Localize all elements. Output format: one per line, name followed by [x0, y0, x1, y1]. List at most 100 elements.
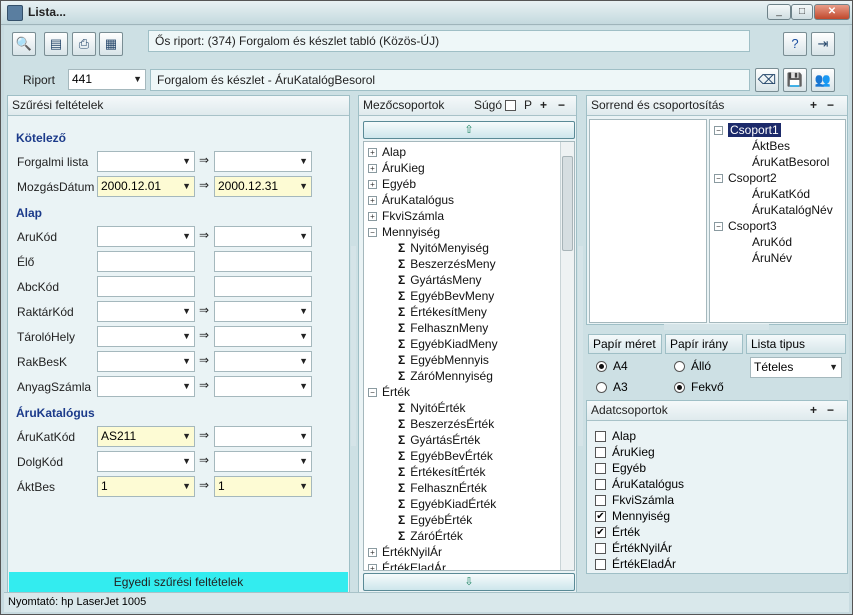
- tree-field[interactable]: Σ EgyébÉrték: [398, 513, 472, 527]
- checkbox-icon[interactable]: [595, 543, 606, 555]
- list-type-select[interactable]: Tételes ▼: [750, 357, 842, 378]
- rakbesk-from[interactable]: ▼: [97, 351, 195, 372]
- elo-input[interactable]: [97, 251, 195, 272]
- tree-field[interactable]: Σ NyitóMenyiség: [398, 241, 489, 255]
- arukod-to[interactable]: ▼: [214, 226, 312, 247]
- datagroup-item[interactable]: ÁruKieg: [595, 445, 655, 459]
- radio-fekvo[interactable]: Fekvő: [674, 380, 724, 394]
- tree-field[interactable]: Σ EgyébBevMeny: [398, 289, 494, 303]
- elo-input-to[interactable]: [214, 251, 312, 272]
- collapse-icon[interactable]: −: [368, 388, 377, 398]
- scroll-down-button[interactable]: ⇩: [363, 573, 575, 591]
- sort-field[interactable]: ÁruKatalógNév: [752, 203, 833, 217]
- tree-group[interactable]: − Érték: [368, 385, 410, 399]
- tree-field[interactable]: Σ ZáróÉrték: [398, 529, 463, 543]
- anyagszamla-to[interactable]: ▼: [214, 376, 312, 397]
- custom-filter-button[interactable]: Egyedi szűrési feltételek: [9, 572, 348, 592]
- collapse-icon[interactable]: −: [714, 174, 723, 184]
- datagroup-item[interactable]: ÉrtékNyilÁr: [595, 541, 672, 555]
- tree-field[interactable]: Σ EgyébKiadÉrték: [398, 497, 496, 511]
- collapse-icon[interactable]: −: [714, 126, 723, 136]
- help-icon[interactable]: ?: [783, 32, 807, 56]
- checked-checkbox-icon[interactable]: ✔: [595, 511, 606, 523]
- splitter-right[interactable]: [578, 246, 583, 446]
- tree-group[interactable]: + FkviSzámla: [368, 209, 444, 223]
- sort-group[interactable]: − Csoport2: [714, 171, 777, 185]
- aktbes-to[interactable]: 1 ▼: [214, 476, 312, 497]
- collapse-icon[interactable]: −: [368, 228, 377, 238]
- expand-icon[interactable]: +: [368, 212, 377, 222]
- tree-group[interactable]: + Alap: [368, 145, 406, 159]
- tree-field[interactable]: Σ GyártásMeny: [398, 273, 482, 287]
- tree-group[interactable]: + Egyéb: [368, 177, 416, 191]
- tree-group[interactable]: + ÉrtékEladÁr: [368, 561, 446, 570]
- expand-icon[interactable]: +: [368, 548, 377, 558]
- raktarkod-to[interactable]: ▼: [214, 301, 312, 322]
- datagroup-item[interactable]: ÁruKatalógus: [595, 477, 684, 491]
- tree-scrollbar[interactable]: [560, 142, 574, 570]
- expand-icon[interactable]: +: [368, 164, 377, 174]
- radio-a3[interactable]: A3: [596, 380, 628, 394]
- maximize-icon[interactable]: □: [791, 4, 813, 20]
- mozgasdatum-to[interactable]: 2000.12.31 ▼: [214, 176, 312, 197]
- forgalmi-lista-to[interactable]: ▼: [214, 151, 312, 172]
- checkbox-icon[interactable]: [595, 463, 606, 475]
- expand-icon[interactable]: +: [368, 564, 377, 570]
- datagroup-item[interactable]: ✔ Érték: [595, 525, 640, 539]
- tree-field[interactable]: Σ EgyébMennyis: [398, 353, 489, 367]
- checked-checkbox-icon[interactable]: ✔: [595, 527, 606, 539]
- remove-icon[interactable]: −: [827, 96, 834, 115]
- tarolohely-from[interactable]: ▼: [97, 326, 195, 347]
- export-icon[interactable]: ▦: [99, 32, 123, 56]
- mozgasdatum-from[interactable]: 2000.12.01 ▼: [97, 176, 195, 197]
- datagroup-item[interactable]: FkviSzámla: [595, 493, 674, 507]
- tree-group[interactable]: + ÁruKatalógus: [368, 193, 454, 207]
- preview-icon[interactable]: 🔍: [12, 32, 36, 56]
- tree-field[interactable]: Σ EgyébKiadMeny: [398, 337, 498, 351]
- add-icon[interactable]: +: [810, 96, 817, 115]
- remove-icon[interactable]: −: [827, 401, 834, 420]
- tree-group[interactable]: + ÉrtékNyilÁr: [368, 545, 442, 559]
- users-icon[interactable]: 👥: [811, 68, 835, 92]
- radio-allo[interactable]: Álló: [674, 359, 711, 373]
- anyagszamla-from[interactable]: ▼: [97, 376, 195, 397]
- checkbox-icon[interactable]: [595, 479, 606, 491]
- expand-icon[interactable]: +: [368, 148, 377, 158]
- tree-field[interactable]: Σ EgyébBevÉrték: [398, 449, 493, 463]
- sort-field[interactable]: ÁruKatKód: [752, 187, 810, 201]
- sort-field[interactable]: ÁruKatBesorol: [752, 155, 829, 169]
- tree-field[interactable]: Σ NyitóÉrték: [398, 401, 466, 415]
- rakbesk-to[interactable]: ▼: [214, 351, 312, 372]
- remove-icon[interactable]: −: [558, 96, 565, 115]
- tree-field[interactable]: Σ ZáróMennyiség: [398, 369, 493, 383]
- minimize-icon[interactable]: _: [767, 4, 791, 20]
- datagroup-item[interactable]: ÉrtékEladÁr: [595, 557, 676, 571]
- forgalmi-lista-from[interactable]: ▼: [97, 151, 195, 172]
- sort-field[interactable]: AruKód: [752, 235, 792, 249]
- abckod-input-to[interactable]: [214, 276, 312, 297]
- report-select[interactable]: 441 ▼: [68, 69, 146, 90]
- tree-field[interactable]: Σ ÉrtékesítÉrték: [398, 465, 486, 479]
- print-icon[interactable]: ⎙: [72, 32, 96, 56]
- add-icon[interactable]: +: [540, 96, 547, 115]
- tree-field[interactable]: Σ FelhasznMeny: [398, 321, 488, 335]
- save-icon[interactable]: 💾: [783, 68, 807, 92]
- close-icon[interactable]: ✕: [814, 4, 850, 20]
- exit-icon[interactable]: ⇥: [811, 32, 835, 56]
- aktbes-from[interactable]: 1 ▼: [97, 476, 195, 497]
- tree-group[interactable]: − Mennyiség: [368, 225, 440, 239]
- eraser-icon[interactable]: ⌫: [755, 68, 779, 92]
- sort-group[interactable]: − Csoport1: [714, 123, 781, 137]
- tree-group[interactable]: + ÁruKieg: [368, 161, 425, 175]
- tarolohely-to[interactable]: ▼: [214, 326, 312, 347]
- arukatkod-to[interactable]: ▼: [214, 426, 312, 447]
- datagroup-item[interactable]: Alap: [595, 429, 636, 443]
- checkbox-icon[interactable]: [595, 495, 606, 507]
- arukod-from[interactable]: ▼: [97, 226, 195, 247]
- datagroup-item[interactable]: ✔ Mennyiség: [595, 509, 670, 523]
- scrollbar-thumb[interactable]: [562, 156, 573, 251]
- splitter-horizontal[interactable]: [664, 324, 769, 330]
- tree-field[interactable]: Σ GyártásÉrték: [398, 433, 480, 447]
- collapse-icon[interactable]: −: [714, 222, 723, 232]
- radio-a4[interactable]: A4: [596, 359, 628, 373]
